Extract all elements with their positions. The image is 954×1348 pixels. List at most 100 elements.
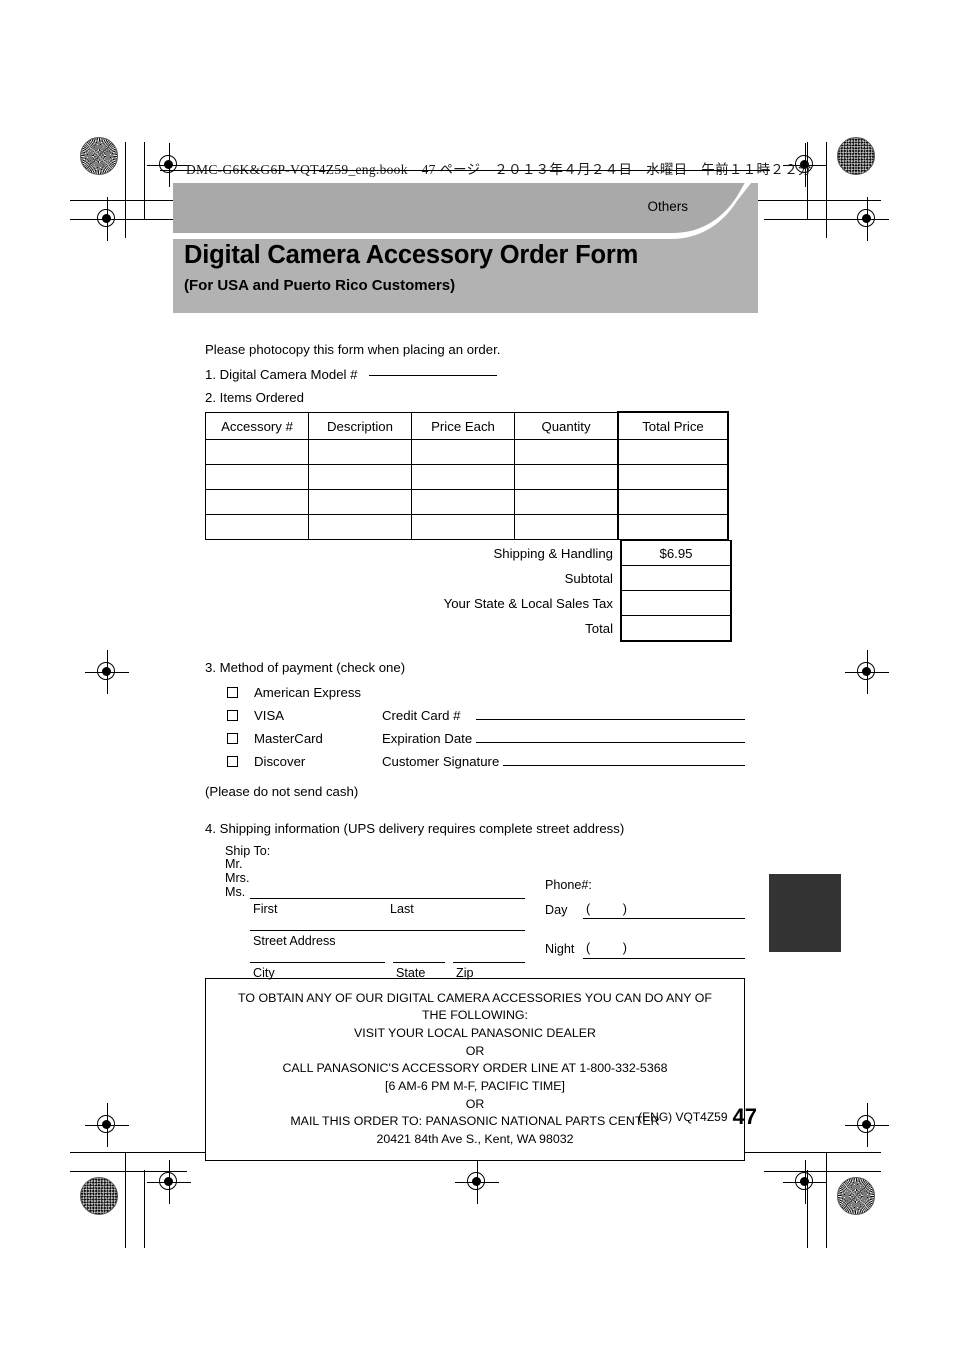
honorific-mrs: Mrs. — [225, 871, 250, 886]
caption-first-name: First — [253, 901, 278, 916]
page-title: Digital Camera Accessory Order Form — [184, 241, 639, 269]
checkbox-icon-visa[interactable] — [227, 710, 238, 722]
caption-city: City — [253, 965, 275, 980]
city-input-line[interactable] — [250, 961, 385, 963]
column-header-total-price: Total Price — [617, 411, 729, 441]
street-address-input-line[interactable] — [250, 929, 525, 931]
payment-label-american-express: American Express — [254, 684, 362, 700]
page-subtitle: (For USA and Puerto Rico Customers) — [184, 277, 456, 294]
registration-crosshair-right-middle — [845, 650, 889, 694]
registration-crosshair-bottom-left-lower — [147, 1160, 191, 1204]
cell-description[interactable] — [308, 439, 412, 466]
instruction-line: VISIT YOUR LOCAL PANASONIC DEALER — [354, 1026, 596, 1041]
registration-starburst-top-right — [837, 137, 875, 175]
expiration-date-label: Expiration Date — [382, 730, 473, 746]
cell-accessory[interactable] — [205, 514, 309, 541]
camera-model-input-line[interactable] — [369, 375, 498, 377]
cell-total-price[interactable] — [617, 439, 729, 466]
form-content: Please photocopy this form when placing … — [205, 340, 745, 1162]
cell-quantity[interactable] — [514, 439, 619, 466]
totals-value-total[interactable] — [620, 615, 732, 643]
print-header-rule — [160, 170, 770, 171]
registration-starburst-bottom-right — [837, 1177, 875, 1215]
payment-section: 3. Method of payment (check one) America… — [205, 658, 745, 800]
table-header-row: Accessory # Description Price Each Quant… — [205, 411, 729, 441]
cell-price-each[interactable] — [411, 464, 515, 491]
zip-input-line[interactable] — [453, 961, 525, 963]
registration-crosshair-bottom-right — [845, 1103, 889, 1147]
shipping-address-block: Ship To: Mr. Mrs. Ms. First Last Street … — [225, 844, 525, 980]
cell-accessory[interactable] — [205, 489, 309, 516]
table-row — [205, 489, 729, 516]
totals-row-tax: Your State & Local Sales Tax — [205, 590, 732, 617]
column-header-quantity: Quantity — [514, 411, 619, 441]
totals-label-subtotal: Subtotal — [564, 570, 613, 586]
cell-price-each[interactable] — [411, 489, 515, 516]
cell-accessory[interactable] — [205, 464, 309, 491]
ship-to-label: Ship To: — [225, 843, 271, 858]
cell-price-each[interactable] — [411, 514, 515, 541]
totals-label-tax: Your State & Local Sales Tax — [443, 595, 613, 611]
credit-card-number-field: Credit Card # — [382, 706, 745, 725]
step-2-label: 2. Items Ordered — [205, 390, 304, 406]
state-input-line[interactable] — [393, 961, 445, 963]
phone-day-input-line[interactable] — [629, 905, 745, 920]
phone-block: Phone#: Day ( ) Night ( ) — [545, 876, 745, 959]
payment-option-visa[interactable]: VISA Credit Card # — [205, 705, 745, 727]
checkbox-icon-american-express[interactable] — [227, 687, 238, 699]
instruction-line: [6 AM-6 PM M-F, PACIFIC TIME] — [385, 1078, 565, 1093]
honorific-ms: Ms. — [225, 884, 246, 899]
totals-value-subtotal[interactable] — [620, 565, 732, 592]
checkbox-icon-mastercard[interactable] — [227, 733, 238, 745]
print-job-header: DMC-G6K&G6P-VQT4Z59_eng.book 47 ページ ２０１３… — [186, 162, 812, 177]
cell-quantity[interactable] — [514, 514, 619, 541]
name-input-line[interactable] — [250, 897, 525, 899]
payment-option-mastercard[interactable]: MasterCard Expiration Date — [205, 728, 745, 750]
cell-quantity[interactable] — [514, 489, 619, 516]
totals-label-shipping: Shipping & Handling — [493, 545, 613, 561]
registration-crosshair-bottom-center — [455, 1160, 499, 1204]
step-4-label: 4. Shipping information (UPS delivery re… — [205, 820, 625, 836]
phone-night-label: Night — [545, 942, 575, 957]
cell-description[interactable] — [308, 514, 412, 541]
honorifics-stack: Ship To: Mr. Mrs. Ms. — [225, 844, 525, 898]
cell-total-price[interactable] — [617, 514, 729, 541]
checkbox-icon-discover[interactable] — [227, 756, 238, 768]
totals-value-tax[interactable] — [620, 590, 732, 617]
totals-row-total: Total — [205, 615, 732, 643]
payment-label-discover: Discover — [254, 753, 306, 769]
step-1-label: 1. Digital Camera Model # — [205, 367, 358, 383]
totals-row-shipping: Shipping & Handling $6.95 — [205, 540, 732, 567]
caption-street-address: Street Address — [253, 933, 336, 948]
cell-description[interactable] — [308, 489, 412, 516]
ordering-instructions-box: TO OBTAIN ANY OF OUR DIGITAL CAMERA ACCE… — [205, 977, 745, 1162]
trim-line-bottomright-outer-h — [745, 1152, 881, 1154]
phone-day-areacode-field[interactable]: ( ) — [583, 900, 629, 920]
cell-price-each[interactable] — [411, 439, 515, 466]
column-header-description: Description — [308, 411, 412, 441]
intro-text: Please photocopy this form when placing … — [205, 342, 501, 357]
cell-total-price[interactable] — [617, 464, 729, 491]
payment-label-mastercard: MasterCard — [254, 730, 323, 746]
payment-option-amex[interactable]: American Express — [205, 682, 745, 704]
expiration-date-input-line[interactable] — [476, 729, 745, 743]
paren-open: ( — [586, 941, 591, 956]
phone-day-label: Day — [545, 903, 568, 918]
honorific-mr: Mr. — [225, 857, 243, 872]
column-header-price-each: Price Each — [411, 411, 515, 441]
cell-accessory[interactable] — [205, 439, 309, 466]
cell-total-price[interactable] — [617, 489, 729, 516]
payment-option-discover[interactable]: Discover Customer Signature — [205, 751, 745, 773]
totals-table: Shipping & Handling $6.95 Subtotal Your … — [205, 540, 732, 643]
table-row — [205, 464, 729, 491]
cell-quantity[interactable] — [514, 464, 619, 491]
customer-signature-input-line[interactable] — [503, 752, 745, 766]
phone-night-areacode-field[interactable]: ( ) — [583, 939, 629, 959]
totals-value-shipping: $6.95 — [620, 540, 732, 567]
cell-description[interactable] — [308, 464, 412, 491]
shipping-fields-grid: Ship To: Mr. Mrs. Ms. First Last Street … — [205, 844, 745, 980]
phone-night-input-line[interactable] — [629, 945, 745, 959]
shipping-section: 4. Shipping information (UPS delivery re… — [205, 819, 745, 980]
paren-close: ) — [622, 902, 627, 917]
credit-card-number-input-line[interactable] — [476, 706, 745, 720]
